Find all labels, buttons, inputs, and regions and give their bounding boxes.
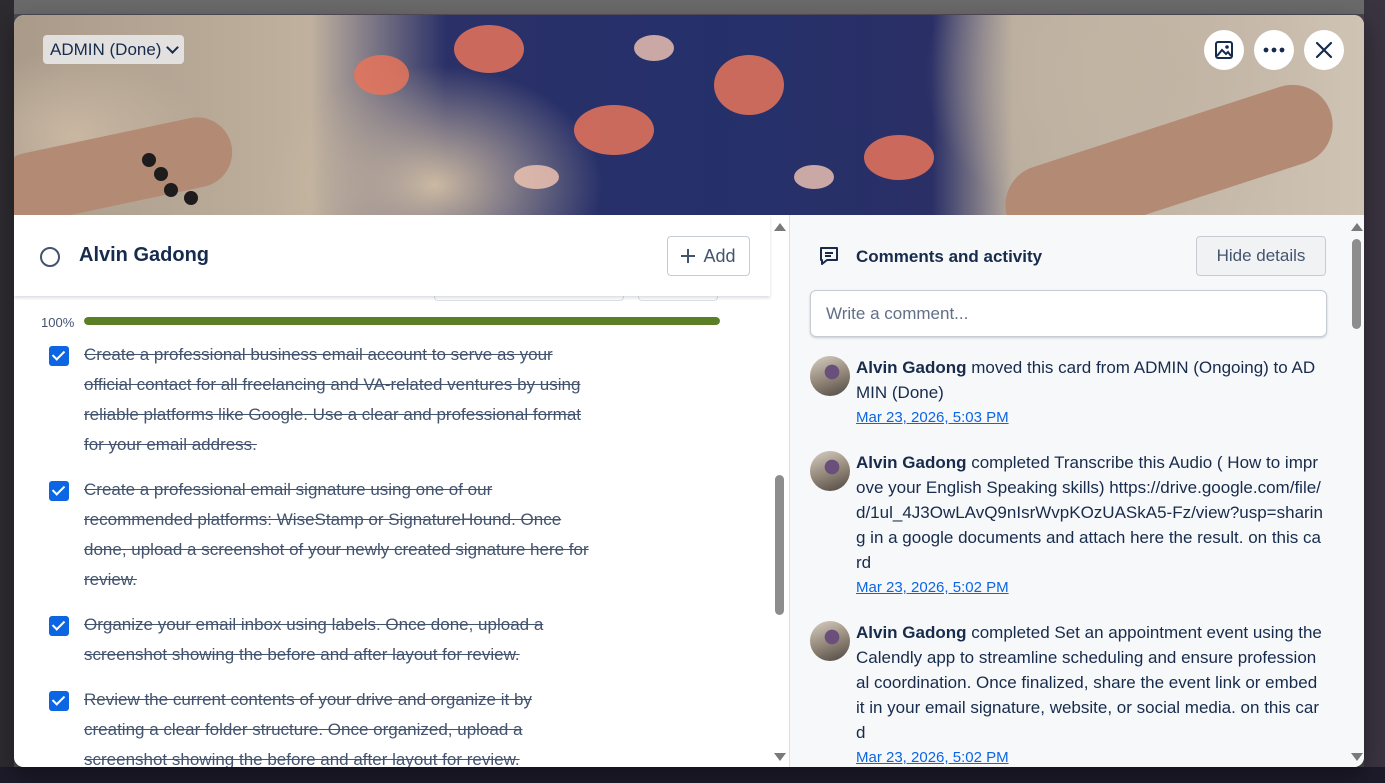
scroll-thumb[interactable] (1352, 239, 1361, 329)
cover-bracelet-bead (154, 167, 168, 181)
add-button[interactable]: Add (667, 236, 750, 276)
close-button[interactable] (1304, 30, 1344, 70)
checklist-item[interactable]: Organize your email inbox using labels. … (14, 610, 770, 670)
comment-input[interactable]: Write a comment... (810, 290, 1327, 337)
activity-scrollbar[interactable] (1347, 215, 1364, 767)
activity-feed: Alvin Gadong moved this card from ADMIN … (810, 355, 1325, 767)
checklist-progress-percent: 100% (41, 315, 75, 330)
avatar[interactable] (810, 356, 850, 396)
checklist-progress-bar (84, 317, 720, 325)
cover-image-button[interactable] (1204, 30, 1244, 70)
main-pane-scrollbar[interactable] (770, 215, 789, 767)
activity-pane: Comments and activity Hide details Write… (789, 215, 1364, 767)
checkbox[interactable] (49, 691, 69, 711)
card-cover-image: ADMIN (Done) (14, 15, 1364, 215)
cover-leaf (794, 165, 834, 189)
activity-user[interactable]: Alvin Gadong (856, 453, 967, 472)
cover-flower (354, 55, 409, 95)
ellipsis-icon (1263, 47, 1285, 53)
checklist-item[interactable]: Create a professional business email acc… (14, 340, 770, 460)
checklist-item-text[interactable]: Organize your email inbox using labels. … (84, 610, 590, 670)
checklist-item-text[interactable]: Create a professional email signature us… (84, 475, 590, 595)
cover-bracelet-bead (184, 191, 198, 205)
hide-details-button[interactable]: Hide details (1196, 236, 1326, 276)
complete-toggle[interactable] (40, 247, 60, 267)
checklist-item[interactable]: Review the current contents of your driv… (14, 685, 770, 767)
cover-flower (574, 105, 654, 155)
activity-user[interactable]: Alvin Gadong (856, 623, 967, 642)
scroll-down-arrow-icon[interactable] (774, 753, 786, 761)
activity-title: Comments and activity (856, 247, 1043, 266)
activity-text: Alvin Gadong moved this card from ADMIN … (856, 355, 1325, 430)
cover-flower (714, 55, 784, 115)
checklist-item-text[interactable]: Create a professional business email acc… (84, 340, 590, 460)
avatar[interactable] (810, 621, 850, 661)
board-right-edge (1364, 0, 1385, 783)
board-left-edge (0, 0, 14, 783)
chevron-down-icon (166, 40, 180, 54)
activity-entry: Alvin Gadong completed Set an appointmen… (810, 620, 1325, 767)
more-actions-button[interactable] (1254, 30, 1294, 70)
scroll-down-arrow-icon[interactable] (1351, 753, 1363, 761)
activity-timestamp-link[interactable]: Mar 23, 2026, 5:02 PM (856, 575, 1325, 600)
scroll-up-arrow-icon[interactable] (774, 223, 786, 231)
card-header: Alvin Gadong Add (14, 215, 770, 296)
board-bottom-bar (0, 767, 1385, 783)
card-title[interactable]: Alvin Gadong (79, 244, 209, 267)
checklist-item-text[interactable]: Review the current contents of your driv… (84, 685, 590, 767)
card-detail-modal: ADMIN (Done) Alvin Gadong Add 100% Creat… (14, 15, 1364, 767)
cover-leaf (634, 35, 674, 61)
checkbox[interactable] (49, 616, 69, 636)
checklist-item[interactable]: Create a professional email signature us… (14, 475, 770, 595)
comment-icon (820, 247, 838, 265)
activity-timestamp-link[interactable]: Mar 23, 2026, 5:03 PM (856, 405, 1325, 430)
plus-icon (681, 249, 696, 263)
cover-arm (14, 110, 239, 215)
activity-entry: Alvin Gadong completed Transcribe this A… (810, 450, 1325, 600)
cover-bracelet-bead (164, 183, 178, 197)
checkbox[interactable] (49, 346, 69, 366)
avatar[interactable] (810, 451, 850, 491)
cover-leaf (514, 165, 559, 189)
cover-leg (994, 74, 1344, 215)
list-selector-label: ADMIN (Done) (50, 39, 162, 59)
activity-timestamp-link[interactable]: Mar 23, 2026, 5:02 PM (856, 745, 1325, 767)
cover-flower (454, 25, 524, 73)
cover-flower (864, 135, 934, 180)
scroll-thumb[interactable] (775, 475, 784, 615)
close-icon (1315, 41, 1333, 59)
cover-bracelet-bead (142, 153, 156, 167)
list-selector[interactable]: ADMIN (Done) (43, 35, 185, 64)
add-button-label: Add (703, 245, 736, 266)
checklist-progress-fill (84, 317, 720, 325)
board-header-strip (0, 0, 1385, 14)
scroll-up-arrow-icon[interactable] (1351, 223, 1363, 231)
activity-entry: Alvin Gadong moved this card from ADMIN … (810, 355, 1325, 430)
image-icon (1215, 41, 1233, 59)
activity-text: Alvin Gadong completed Set an appointmen… (856, 620, 1325, 767)
checkbox[interactable] (49, 481, 69, 501)
card-main-pane: Alvin Gadong Add 100% Create a professio… (14, 215, 789, 767)
activity-text: Alvin Gadong completed Transcribe this A… (856, 450, 1325, 600)
activity-user[interactable]: Alvin Gadong (856, 358, 967, 377)
checklist-items: Create a professional business email acc… (14, 340, 770, 767)
